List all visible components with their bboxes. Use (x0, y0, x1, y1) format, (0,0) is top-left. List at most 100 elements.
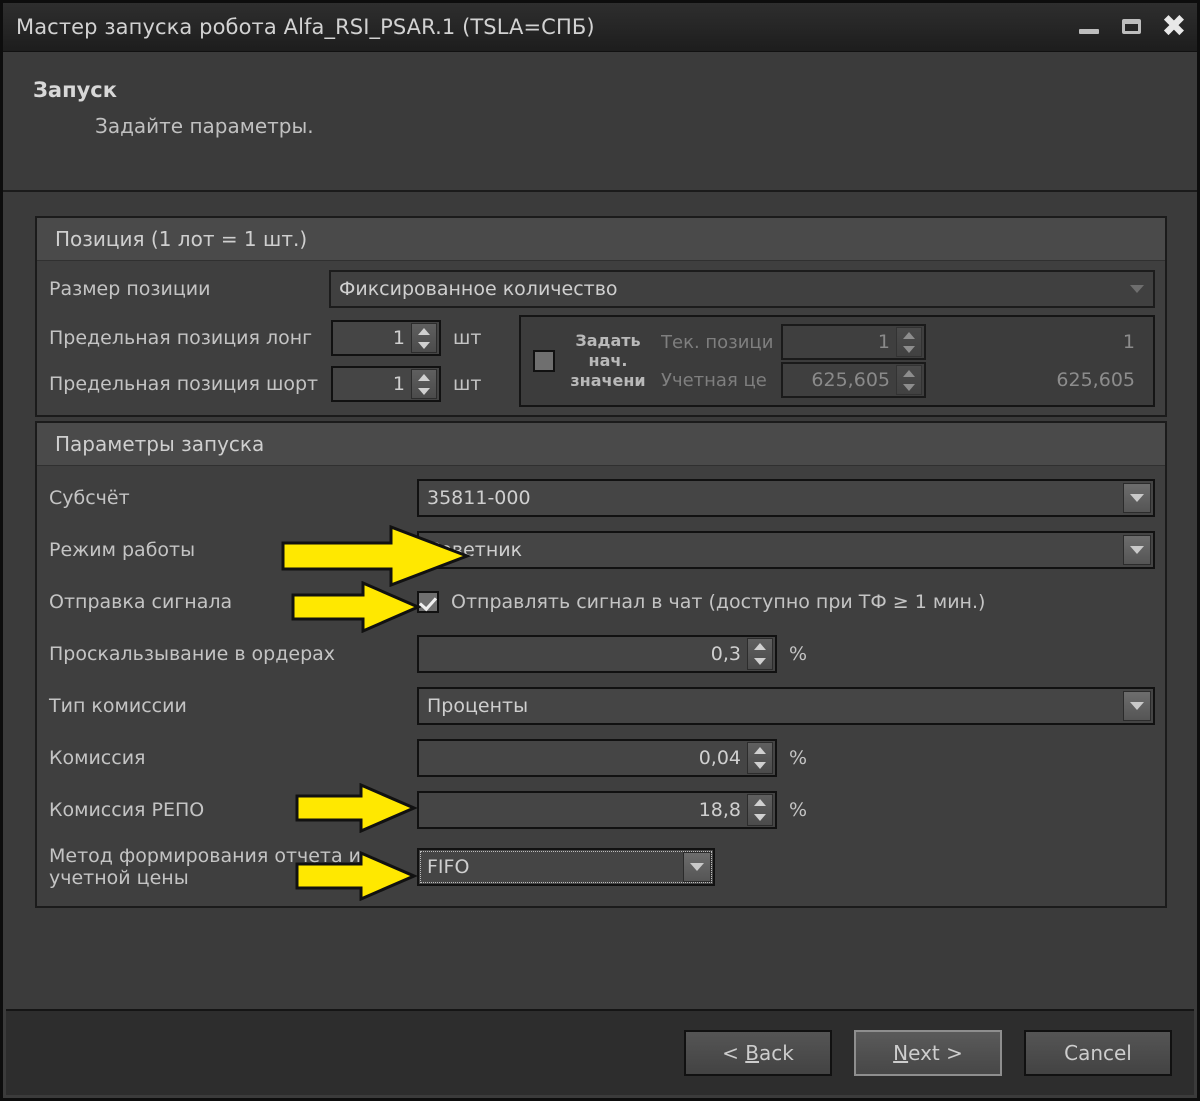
accounting-price-stepper (896, 365, 922, 395)
form-body: Позиция (1 лот = 1 шт.) Размер позиции Ф… (3, 192, 1197, 908)
commission-stepper[interactable] (747, 742, 773, 774)
accounting-price-label: Учетная це (661, 369, 767, 391)
commission-type-select[interactable]: Проценты (417, 687, 1155, 725)
repo-commission-value: 18,8 (698, 799, 741, 821)
position-group: Позиция (1 лот = 1 шт.) Размер позиции Ф… (35, 216, 1167, 417)
repo-commission-row: Комиссия РЕПО 18,8 % (37, 784, 1165, 836)
initial-values-fields: Тек. позици 1 1 Учетная це 625,605 625,6… (647, 323, 1143, 399)
accounting-price-value: 625,605 (811, 369, 890, 391)
report-method-value: FIFO (427, 856, 470, 878)
mode-row: Режим работы Советник (37, 524, 1165, 576)
repo-commission-stepper[interactable] (747, 794, 773, 826)
current-position-input: 1 (781, 324, 926, 360)
long-limit-value: 1 (392, 327, 405, 349)
slippage-label: Проскальзывание в ордерах (49, 643, 336, 665)
launch-group-body: Субсчёт 35811-000 Режим работы Советник … (37, 466, 1165, 906)
current-position-label: Тек. позици (661, 331, 774, 353)
long-limit-row: Предельная позиция лонг 1 шт (49, 315, 501, 361)
maximize-icon[interactable] (1119, 14, 1145, 40)
wizard-footer: < Back Next > Cancel (6, 1009, 1194, 1095)
short-limit-stepper[interactable] (411, 369, 437, 399)
long-limit-unit: шт (453, 327, 482, 349)
set-initial-values-label: Задать нач. значени (570, 331, 646, 390)
close-icon[interactable]: ✖ (1161, 12, 1187, 42)
long-limit-label: Предельная позиция лонг (49, 327, 313, 349)
mode-value: Советник (427, 539, 523, 561)
commission-row: Комиссия 0,04 % (37, 732, 1165, 784)
send-signal-checkbox-label: Отправлять сигнал в чат (доступно при ТФ… (451, 591, 986, 613)
window-title: Мастер запуска робота Alfa_RSI_PSAR.1 (T… (16, 15, 595, 39)
slippage-input[interactable]: 0,3 (417, 635, 777, 673)
slippage-row: Проскальзывание в ордерах 0,3 % (37, 628, 1165, 680)
commission-value: 0,04 (698, 747, 741, 769)
commission-input[interactable]: 0,04 (417, 739, 777, 777)
long-limit-stepper[interactable] (411, 323, 437, 353)
signal-row: Отправка сигнала Отправлять сигнал в чат… (37, 576, 1165, 628)
current-position-echo: 1 (1122, 331, 1135, 353)
back-button[interactable]: < Back (684, 1030, 832, 1076)
title-bar: Мастер запуска робота Alfa_RSI_PSAR.1 (T… (3, 3, 1197, 52)
chevron-down-icon[interactable] (1123, 274, 1151, 304)
chevron-down-icon[interactable] (1123, 483, 1151, 513)
commission-type-label: Тип комиссии (49, 695, 187, 717)
report-method-row: Метод формирования отчета и учетной цены… (37, 836, 1165, 898)
position-limits-row: Предельная позиция лонг 1 шт Предельная … (37, 311, 1165, 407)
position-size-row: Размер позиции Фиксированное количество (37, 267, 1165, 311)
position-group-body: Размер позиции Фиксированное количество … (37, 261, 1165, 415)
slippage-stepper[interactable] (747, 638, 773, 670)
position-limits-left: Предельная позиция лонг 1 шт Предельная … (49, 315, 501, 407)
signal-label: Отправка сигнала (49, 591, 233, 613)
initial-values-panel: Задать нач. значени Тек. позици 1 1 Учет… (519, 315, 1155, 407)
chevron-down-icon[interactable] (1123, 535, 1151, 565)
chevron-down-icon[interactable] (683, 852, 711, 882)
page-subtitle: Задайте параметры. (95, 114, 314, 138)
subaccount-select[interactable]: 35811-000 (417, 479, 1155, 517)
chevron-down-icon[interactable] (1123, 691, 1151, 721)
mode-select[interactable]: Советник (417, 531, 1155, 569)
position-group-header: Позиция (1 лот = 1 шт.) (37, 218, 1165, 261)
window-controls: ✖ (1077, 3, 1187, 51)
subaccount-row: Субсчёт 35811-000 (37, 472, 1165, 524)
repo-commission-unit: % (789, 799, 808, 821)
cancel-button[interactable]: Cancel (1024, 1030, 1172, 1076)
short-limit-unit: шт (453, 373, 482, 395)
commission-label: Комиссия (49, 747, 146, 769)
minimize-icon[interactable] (1077, 14, 1103, 40)
repo-commission-label: Комиссия РЕПО (49, 799, 205, 821)
report-method-label: Метод формирования отчета и учетной цены (49, 845, 417, 889)
current-position-value: 1 (877, 331, 890, 353)
launch-parameters-group: Параметры запуска Субсчёт 35811-000 Режи… (35, 421, 1167, 908)
send-signal-checkbox[interactable] (417, 591, 439, 613)
commission-unit: % (789, 747, 808, 769)
accounting-price-echo: 625,605 (1056, 369, 1135, 391)
accounting-price-row: Учетная це 625,605 625,605 (647, 361, 1143, 399)
subaccount-label: Субсчёт (49, 487, 130, 509)
robot-launch-wizard-window: Мастер запуска робота Alfa_RSI_PSAR.1 (T… (0, 0, 1200, 1101)
wizard-header: Запуск Задайте параметры. (3, 52, 1197, 192)
slippage-value: 0,3 (710, 643, 741, 665)
short-limit-input[interactable]: 1 (331, 366, 441, 402)
launch-group-header: Параметры запуска (37, 423, 1165, 466)
short-limit-label: Предельная позиция шорт (49, 373, 319, 395)
accounting-price-input: 625,605 (781, 362, 926, 398)
commission-type-row: Тип комиссии Проценты (37, 680, 1165, 732)
report-method-label-line2: учетной цены (49, 867, 189, 889)
report-method-label-line1: Метод формирования отчета и (49, 845, 362, 867)
slippage-unit: % (789, 643, 808, 665)
commission-type-value: Проценты (427, 695, 529, 717)
position-size-value: Фиксированное количество (339, 278, 618, 300)
position-size-select[interactable]: Фиксированное количество (329, 270, 1155, 308)
current-position-row: Тек. позици 1 1 (647, 323, 1143, 361)
short-limit-row: Предельная позиция шорт 1 шт (49, 361, 501, 407)
next-button[interactable]: Next > (854, 1030, 1002, 1076)
page-title: Запуск (33, 78, 117, 102)
set-initial-values-checkbox[interactable] (533, 350, 555, 372)
repo-commission-input[interactable]: 18,8 (417, 791, 777, 829)
long-limit-input[interactable]: 1 (331, 320, 441, 356)
short-limit-value: 1 (392, 373, 405, 395)
position-size-label: Размер позиции (49, 278, 211, 300)
report-method-select[interactable]: FIFO (417, 848, 715, 886)
subaccount-value: 35811-000 (427, 487, 531, 509)
mode-label: Режим работы (49, 539, 196, 561)
current-position-stepper (896, 327, 922, 357)
